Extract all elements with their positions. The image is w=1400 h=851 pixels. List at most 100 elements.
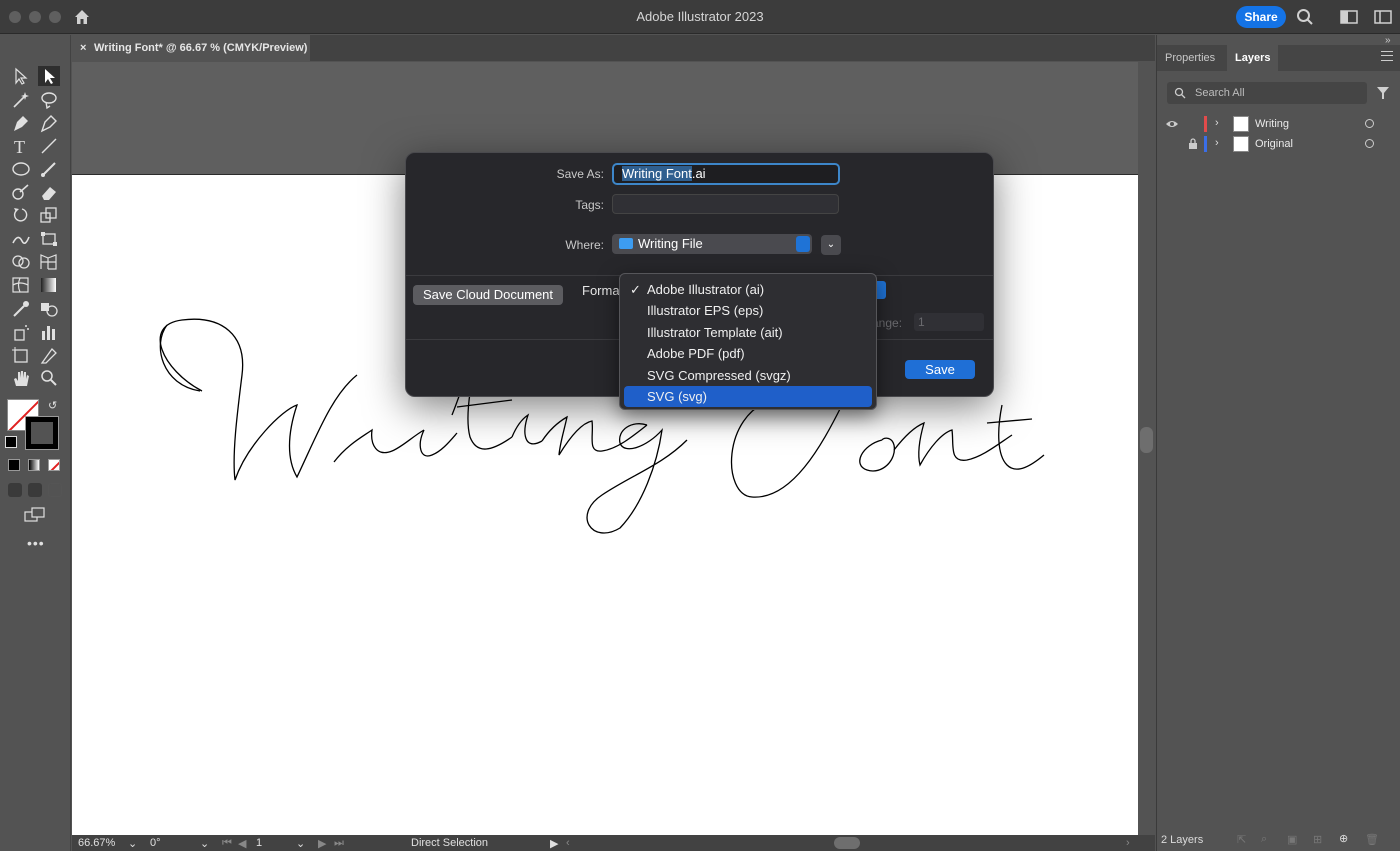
range-input[interactable]: 1 — [914, 313, 984, 331]
zoom-tool-icon[interactable] — [38, 368, 60, 388]
paintbrush-icon[interactable] — [38, 159, 60, 179]
hscroll-right-icon[interactable]: › — [1126, 837, 1130, 849]
locate-object-icon[interactable]: ⌕ — [1261, 833, 1267, 846]
direct-selection-tool-icon[interactable] — [38, 66, 60, 86]
save-as-input[interactable]: Writing Font.ai — [612, 163, 840, 185]
pen-tool-icon[interactable] — [10, 113, 32, 133]
expand-layer-icon[interactable]: › — [1215, 137, 1219, 149]
format-option-svgz[interactable]: SVG Compressed (svgz) — [624, 365, 872, 386]
column-graph-icon[interactable] — [38, 322, 60, 342]
eyedropper-icon[interactable] — [10, 299, 32, 319]
tab-layers[interactable]: Layers — [1227, 45, 1279, 71]
slice-tool-icon[interactable] — [38, 345, 60, 365]
where-select[interactable]: Writing File — [612, 234, 812, 254]
next-artboard-icon[interactable]: ▶ — [318, 837, 326, 850]
shaper-tool-icon[interactable] — [10, 182, 32, 202]
screen-mode-icon[interactable] — [24, 507, 46, 523]
blend-tool-icon[interactable] — [38, 299, 60, 319]
lasso-icon[interactable] — [38, 90, 60, 110]
layer-target-icon[interactable] — [1365, 139, 1374, 148]
document-tab-title: Writing Font* @ 66.67 % (CMYK/Preview) — [94, 42, 308, 54]
gradient-mode-icon[interactable] — [28, 459, 40, 471]
color-mode-icon[interactable] — [8, 459, 20, 471]
selection-tool-icon[interactable] — [10, 66, 32, 86]
horizontal-scroll-thumb[interactable] — [834, 837, 860, 849]
zoom-level[interactable]: 66.67% — [78, 837, 115, 849]
expand-layer-icon[interactable]: › — [1215, 117, 1219, 129]
svg-text:T: T — [14, 137, 25, 156]
type-tool-icon[interactable]: T — [10, 136, 32, 157]
format-option-eps[interactable]: Illustrator EPS (eps) — [624, 300, 872, 321]
perspective-grid-icon[interactable] — [38, 252, 60, 272]
draw-normal-icon[interactable] — [8, 483, 22, 497]
layer-name[interactable]: Writing — [1255, 118, 1289, 130]
shape-builder-icon[interactable] — [10, 252, 32, 272]
tab-properties[interactable]: Properties — [1157, 45, 1223, 71]
ellipse-tool-icon[interactable] — [10, 159, 32, 179]
swap-colors-icon[interactable]: ↺ — [48, 399, 57, 412]
draw-behind-icon[interactable] — [28, 483, 42, 497]
visibility-eye-icon[interactable] — [1165, 119, 1179, 129]
search-icon[interactable] — [1296, 8, 1314, 26]
more-tools-icon[interactable]: ••• — [27, 535, 45, 551]
last-artboard-icon[interactable]: ⏭ — [334, 837, 344, 850]
curvature-tool-icon[interactable] — [38, 113, 60, 133]
format-option-svg[interactable]: SVG (svg) — [624, 385, 872, 408]
warp-tool-icon[interactable] — [10, 229, 32, 249]
lock-icon[interactable] — [1188, 138, 1198, 150]
layer-name[interactable]: Original — [1255, 138, 1293, 150]
free-transform-icon[interactable] — [38, 229, 60, 249]
zoom-dropdown-icon[interactable]: ⌄ — [128, 837, 137, 850]
format-option-pdf[interactable]: Adobe PDF (pdf) — [624, 343, 872, 364]
line-tool-icon[interactable] — [38, 136, 60, 156]
panel-footer: 2 Layers ⇱ ⌕ ▣ ⊞ ⊕ 🗑 — [1157, 831, 1400, 851]
format-option-ai[interactable]: ✓ Adobe Illustrator (ai) — [624, 279, 872, 300]
default-colors-icon[interactable] — [5, 436, 17, 448]
filter-icon[interactable] — [1375, 85, 1391, 101]
eraser-icon[interactable] — [38, 182, 60, 202]
hand-tool-icon[interactable] — [10, 368, 32, 388]
stroke-swatch[interactable] — [25, 416, 59, 450]
none-mode-icon[interactable] — [48, 459, 60, 471]
expand-dialog-button[interactable]: ⌄ — [821, 235, 841, 255]
artboard-tool-icon[interactable] — [10, 345, 32, 365]
workspace-icon[interactable] — [1340, 8, 1358, 26]
layers-search-input[interactable]: Search All — [1167, 82, 1367, 104]
artboard-number[interactable]: 1 — [256, 837, 262, 849]
close-tab-icon[interactable]: × — [80, 35, 86, 61]
rotation-value[interactable]: 0° — [150, 837, 161, 849]
symbol-sprayer-icon[interactable] — [10, 322, 32, 342]
magic-wand-icon[interactable] — [10, 90, 32, 110]
status-menu-icon[interactable]: ▶ — [550, 837, 558, 850]
scale-tool-icon[interactable] — [38, 205, 60, 225]
new-layer-icon[interactable]: ⊕ — [1339, 832, 1348, 845]
layer-row[interactable]: › Writing — [1157, 114, 1400, 134]
gradient-tool-icon[interactable] — [38, 275, 60, 295]
panel-toggle-icon[interactable] — [1374, 8, 1392, 26]
share-button[interactable]: Share — [1236, 6, 1286, 28]
layer-row[interactable]: › Original — [1157, 134, 1400, 154]
save-button[interactable]: Save — [905, 360, 975, 379]
panel-menu-icon[interactable] — [1381, 51, 1393, 61]
format-option-ait[interactable]: Illustrator Template (ait) — [624, 322, 872, 343]
save-cloud-document-button[interactable]: Save Cloud Document — [413, 285, 563, 305]
mesh-tool-icon[interactable] — [10, 275, 32, 295]
rotation-dropdown-icon[interactable]: ⌄ — [200, 837, 209, 850]
layer-target-icon[interactable] — [1365, 119, 1374, 128]
delete-layer-icon[interactable]: 🗑 — [1365, 833, 1379, 846]
vertical-scrollbar[interactable] — [1138, 62, 1155, 835]
clipping-mask-icon[interactable]: ▣ — [1287, 833, 1297, 846]
search-icon — [1174, 87, 1186, 99]
hscroll-left-icon[interactable]: ‹ — [566, 837, 570, 849]
export-icon[interactable]: ⇱ — [1237, 833, 1246, 846]
artboard-dropdown-icon[interactable]: ⌄ — [296, 837, 305, 850]
scroll-thumb[interactable] — [1140, 427, 1153, 453]
tags-input[interactable] — [612, 194, 839, 214]
folder-icon — [619, 238, 633, 249]
new-sublayer-icon[interactable]: ⊞ — [1313, 833, 1322, 846]
draw-inside-icon[interactable] — [48, 483, 62, 497]
first-artboard-icon[interactable]: ⏮ — [222, 837, 232, 850]
document-tab[interactable]: × Writing Font* @ 66.67 % (CMYK/Preview) — [72, 35, 310, 61]
rotate-tool-icon[interactable] — [10, 205, 32, 225]
prev-artboard-icon[interactable]: ◀ — [238, 837, 246, 850]
